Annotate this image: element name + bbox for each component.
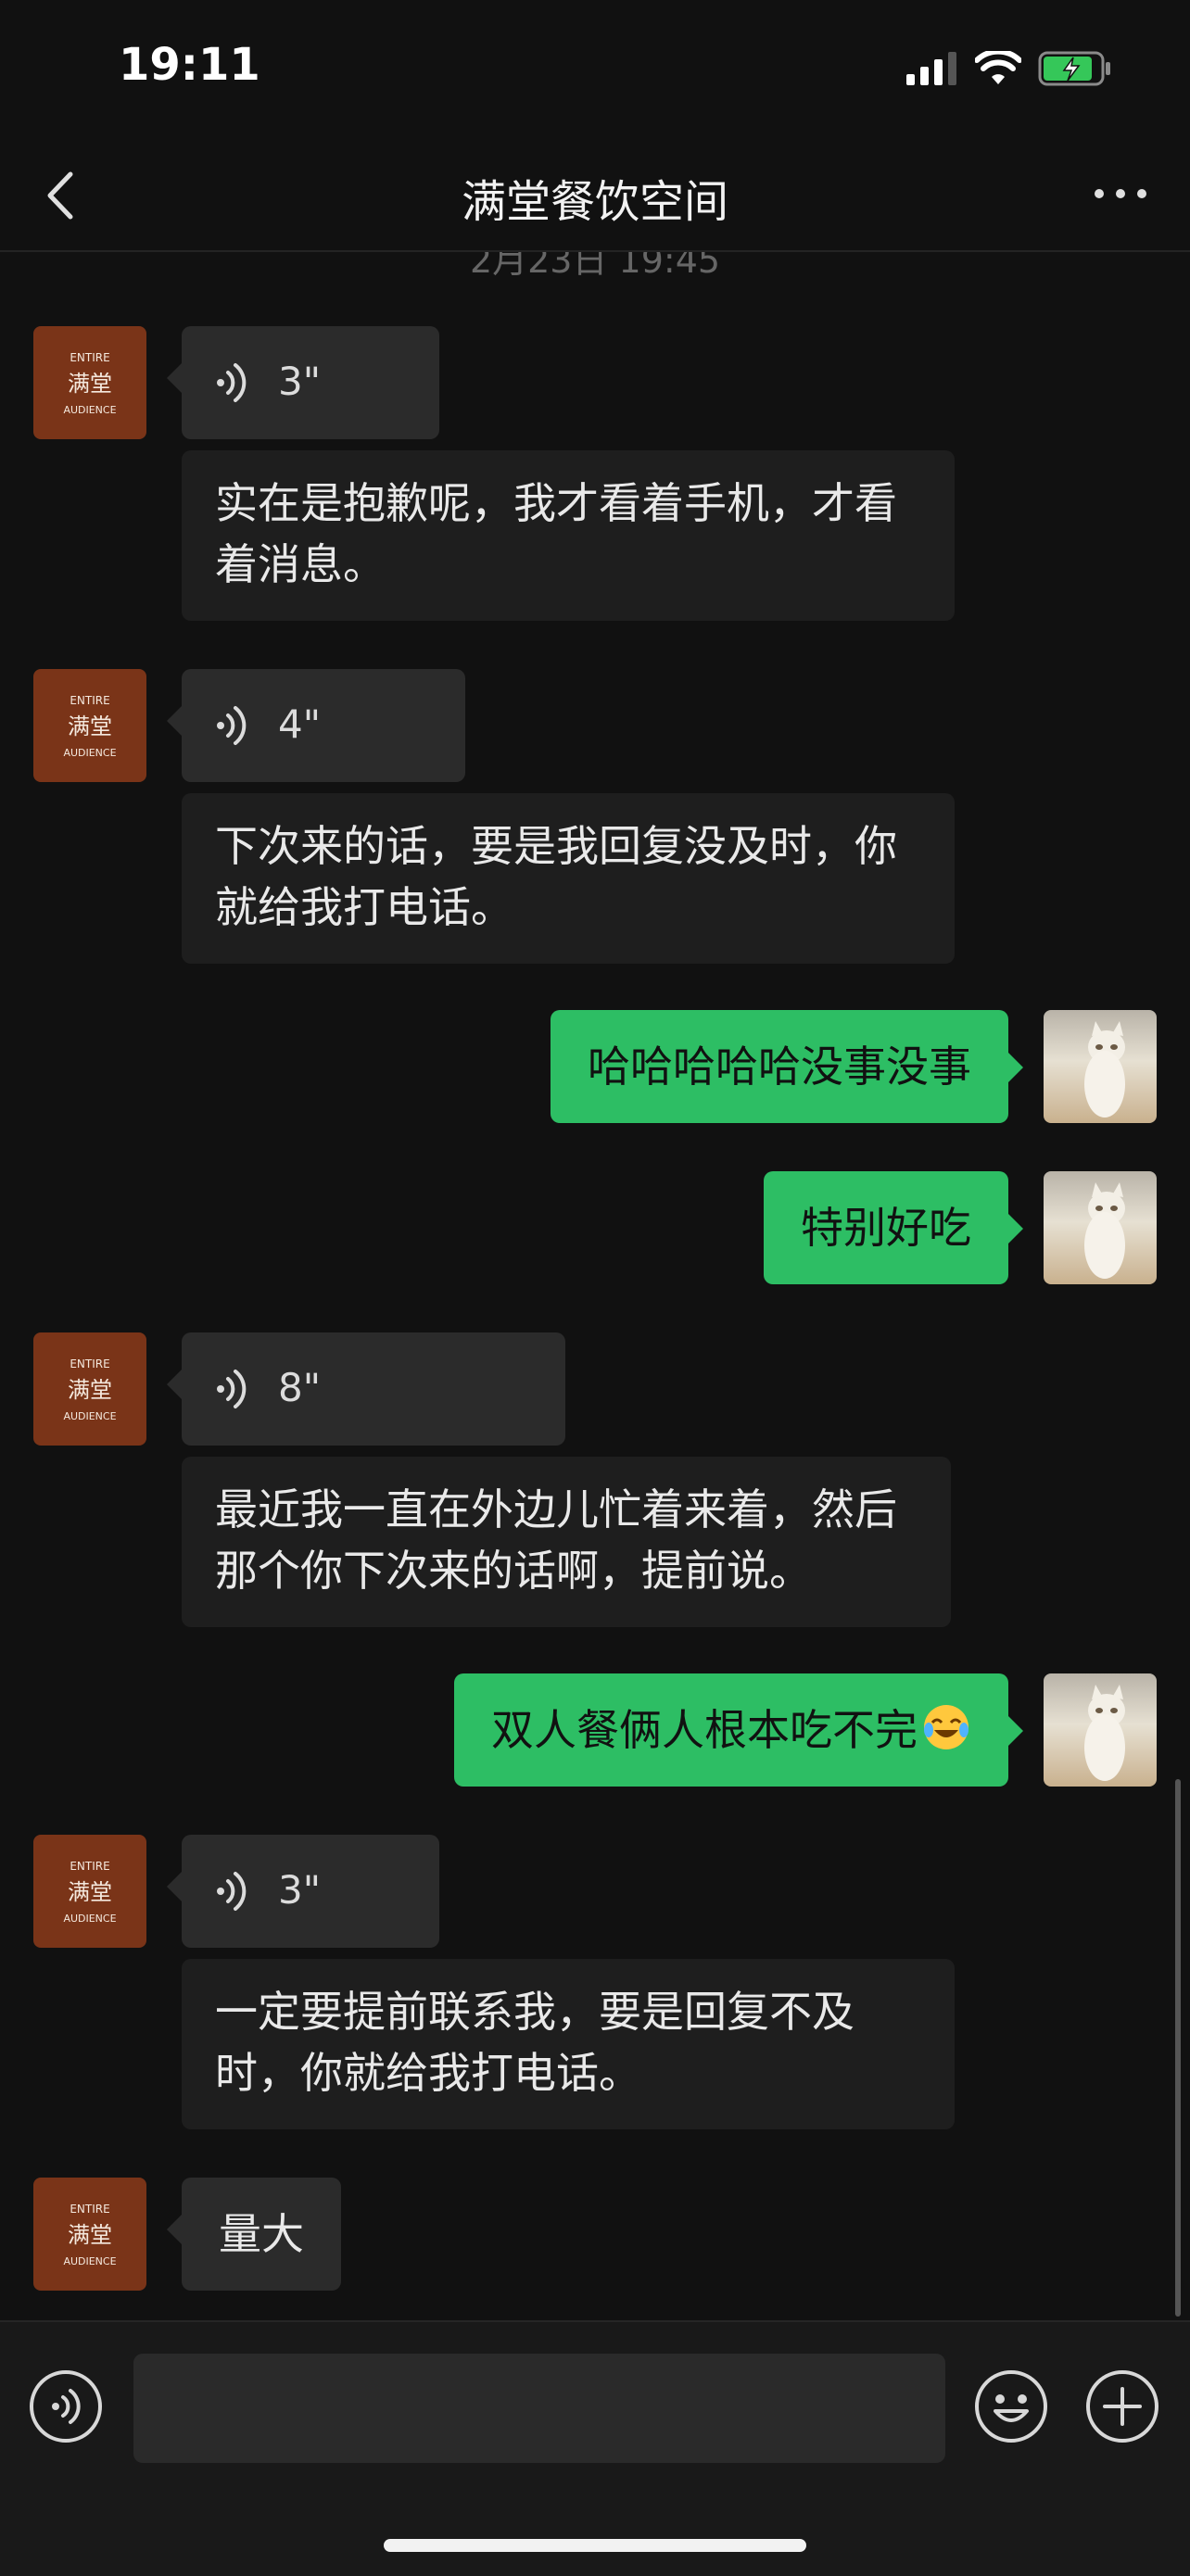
avatar[interactable]: ENTIRE 满堂 AUDIENCE (33, 669, 146, 782)
avatar[interactable] (1044, 1673, 1157, 1787)
voice-transcript: 一定要提前联系我，要是回复不及时，你就给我打电话。 (182, 1959, 955, 2129)
avatar[interactable]: ENTIRE 满堂 AUDIENCE (33, 1835, 146, 1948)
svg-text:满堂: 满堂 (68, 1879, 112, 1905)
voice-wave-icon (217, 1370, 247, 1408)
voice-input-icon (30, 2370, 102, 2443)
avatar[interactable]: ENTIRE 满堂 AUDIENCE (33, 326, 146, 439)
message-input[interactable] (133, 2354, 945, 2463)
status-icons (906, 48, 1112, 89)
voice-wave-icon (217, 363, 247, 402)
voice-duration: 3" (278, 1867, 322, 1913)
svg-text:ENTIRE: ENTIRE (70, 1860, 109, 1873)
wifi-icon (975, 51, 1021, 84)
signal-icon (906, 52, 956, 85)
svg-text:ENTIRE: ENTIRE (70, 1357, 109, 1370)
more-functions-button[interactable] (1084, 2368, 1160, 2444)
svg-text:满堂: 满堂 (68, 2222, 112, 2248)
voice-transcript: 实在是抱歉呢，我才看着手机，才看着消息。 (182, 450, 955, 621)
nav-bar: 满堂餐饮空间 (0, 139, 1190, 252)
scrollbar[interactable] (1175, 1779, 1181, 2317)
outgoing-message[interactable]: 特别好吃 (764, 1171, 1023, 1284)
voice-message[interactable]: 8" (167, 1332, 565, 1446)
more-button[interactable] (1088, 170, 1153, 217)
outgoing-message[interactable]: 哈哈哈哈哈没事没事 (551, 1010, 1023, 1123)
brand-logo-icon: ENTIRE 满堂 AUDIENCE (63, 2203, 116, 2267)
status-time: 19:11 (119, 39, 260, 91)
cat-avatar-icon (1084, 1182, 1125, 1279)
emoji-icon (975, 2370, 1047, 2443)
brand-logo-icon: ENTIRE 满堂 AUDIENCE (63, 351, 116, 416)
incoming-message[interactable]: 量大 (167, 2178, 341, 2291)
svg-text:满堂: 满堂 (68, 713, 112, 739)
status-bar: 19:11 (0, 0, 1190, 139)
brand-logo-icon: ENTIRE 满堂 AUDIENCE (63, 694, 116, 759)
home-indicator[interactable] (384, 2539, 806, 2552)
voice-message[interactable]: 3" (167, 326, 439, 439)
date-separator: 2月23日 19:45 (469, 252, 721, 281)
chat-title: 满堂餐饮空间 (461, 176, 728, 228)
svg-text:AUDIENCE: AUDIENCE (63, 747, 116, 759)
emoji-button[interactable] (973, 2368, 1049, 2444)
svg-text:ENTIRE: ENTIRE (70, 2203, 109, 2216)
svg-text:满堂: 满堂 (68, 1377, 112, 1403)
voice-transcript: 下次来的话，要是我回复没及时，你就给我打电话。 (182, 793, 955, 964)
voice-message[interactable]: 4" (167, 669, 465, 782)
message-text: 双人餐俩人根本吃不完 (491, 1705, 918, 1755)
voice-wave-icon (217, 706, 247, 745)
outgoing-message[interactable]: 双人餐俩人根本吃不完 (454, 1673, 1023, 1787)
svg-text:ENTIRE: ENTIRE (70, 351, 109, 364)
svg-text:AUDIENCE: AUDIENCE (63, 1410, 116, 1422)
avatar[interactable]: ENTIRE 满堂 AUDIENCE (33, 1332, 146, 1446)
svg-text:满堂: 满堂 (68, 371, 112, 397)
brand-logo-icon: ENTIRE 满堂 AUDIENCE (63, 1357, 116, 1422)
voice-input-button[interactable] (28, 2368, 104, 2444)
battery-icon (1038, 51, 1110, 86)
cat-avatar-icon (1084, 1685, 1125, 1781)
laughing-crying-emoji-icon (924, 1705, 968, 1749)
voice-wave-icon (217, 1872, 247, 1911)
plus-icon (1086, 2370, 1158, 2443)
brand-logo-icon: ENTIRE 满堂 AUDIENCE (63, 1860, 116, 1925)
input-bar (0, 2320, 1190, 2576)
voice-message[interactable]: 3" (167, 1835, 439, 1948)
svg-text:AUDIENCE: AUDIENCE (63, 2255, 116, 2267)
voice-transcript: 最近我一直在外边儿忙着来着，然后那个你下次来的话啊，提前说。 (182, 1457, 951, 1627)
chat-area[interactable]: 2月23日 19:45 ENTIRE 满堂 AUDIENCE 3" 实在是抱歉呢… (0, 252, 1190, 2320)
more-dots-icon (1095, 189, 1146, 198)
svg-text:AUDIENCE: AUDIENCE (63, 404, 116, 416)
cat-avatar-icon (1084, 1021, 1125, 1118)
voice-duration: 4" (278, 701, 322, 747)
svg-text:ENTIRE: ENTIRE (70, 694, 109, 707)
avatar[interactable]: ENTIRE 满堂 AUDIENCE (33, 2178, 146, 2291)
voice-duration: 3" (278, 359, 322, 404)
svg-text:AUDIENCE: AUDIENCE (63, 1913, 116, 1925)
avatar[interactable] (1044, 1010, 1157, 1123)
avatar[interactable] (1044, 1171, 1157, 1284)
voice-duration: 8" (278, 1365, 322, 1410)
